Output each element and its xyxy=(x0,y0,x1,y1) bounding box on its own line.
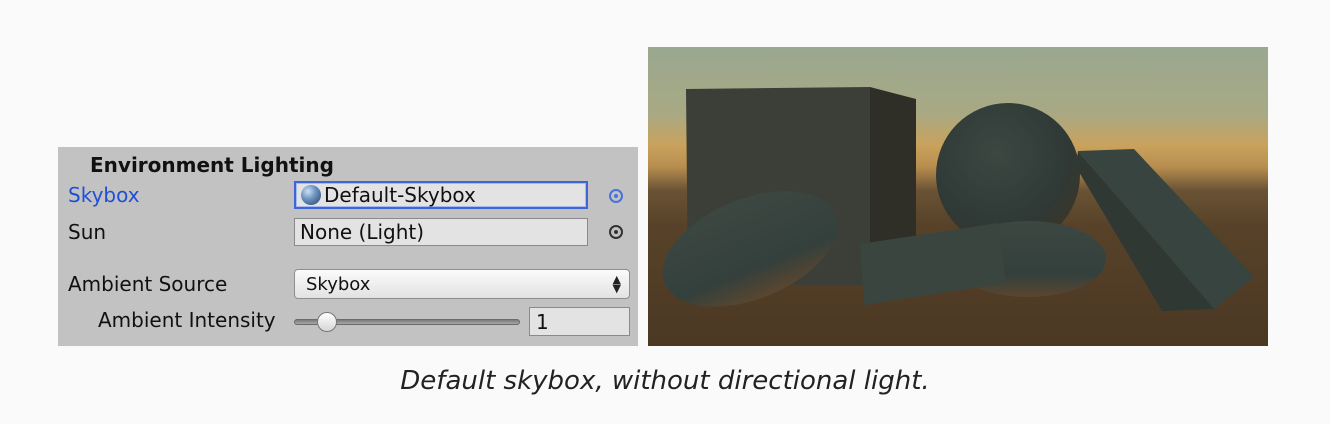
ambient-intensity-input[interactable]: 1 xyxy=(529,307,630,336)
sphere-material-icon xyxy=(301,185,321,205)
dropdown-arrows-icon: ▲ ▼ xyxy=(612,273,621,295)
skybox-value: Default-Skybox xyxy=(324,183,476,207)
skybox-object-field[interactable]: Default-Skybox xyxy=(294,181,588,209)
ambient-intensity-label: Ambient Intensity xyxy=(98,308,276,332)
ambient-source-dropdown[interactable]: Skybox ▲ ▼ xyxy=(294,269,630,299)
lighting-inspector-panel: Environment Lighting Skybox Default-Skyb… xyxy=(58,147,638,346)
section-title: Environment Lighting xyxy=(90,153,334,177)
sun-value: None (Light) xyxy=(300,220,425,244)
scene-preview xyxy=(648,47,1268,346)
sun-label: Sun xyxy=(68,220,107,244)
ambient-intensity-value: 1 xyxy=(536,309,549,334)
sun-picker-icon[interactable] xyxy=(609,225,623,239)
scene-render-image xyxy=(648,47,1268,346)
ambient-intensity-slider-thumb[interactable] xyxy=(317,312,337,332)
ambient-source-value: Skybox xyxy=(306,273,371,295)
ambient-source-label: Ambient Source xyxy=(68,272,228,296)
sun-object-field[interactable]: None (Light) xyxy=(294,218,588,246)
skybox-picker-icon[interactable] xyxy=(609,189,623,203)
skybox-label: Skybox xyxy=(68,183,140,207)
figure-caption: Default skybox, without directional ligh… xyxy=(400,366,930,396)
